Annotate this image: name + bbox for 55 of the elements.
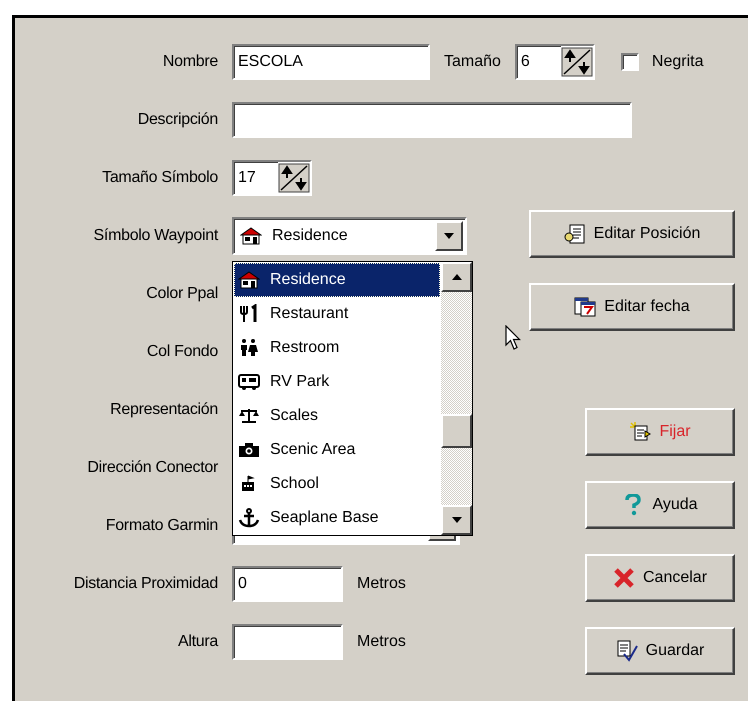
scroll-down-button[interactable] xyxy=(441,505,472,535)
dropdown-option[interactable]: Scenic Area xyxy=(234,433,440,467)
dropdown-option[interactable]: Restaurant xyxy=(234,297,440,331)
field-label: Tamaño Símbolo xyxy=(101,168,218,188)
action-button[interactable]: Editar fecha xyxy=(529,283,735,331)
unit-label: Metros xyxy=(357,632,406,652)
field-label: Formato Garmin xyxy=(104,516,218,536)
unit-label: Metros xyxy=(357,574,406,594)
dropdown-option[interactable]: Residence xyxy=(234,263,440,297)
dropdown-value: Residence xyxy=(272,226,348,246)
field-label: Tamaño xyxy=(444,52,501,72)
cross-icon xyxy=(612,567,635,589)
field-label: Distancia Proximidad xyxy=(72,574,218,594)
description-field[interactable] xyxy=(232,102,632,138)
field-label: Descripción xyxy=(136,110,218,130)
field-label: Dirección Conector xyxy=(86,458,218,478)
dropdown-option[interactable]: School xyxy=(234,467,440,501)
field-label: Nombre xyxy=(162,52,218,72)
action-button[interactable]: Cancelar xyxy=(585,554,735,602)
caret-icon xyxy=(444,233,454,239)
camper-icon xyxy=(238,372,260,392)
scroll-up-button[interactable] xyxy=(441,262,472,292)
mouse-pointer-icon xyxy=(505,325,521,351)
field-label: Símbolo Waypoint xyxy=(92,226,218,246)
restroom-icon xyxy=(238,338,260,358)
field-label: Representación xyxy=(109,400,218,420)
house-icon xyxy=(240,226,262,246)
bold-checkbox[interactable] xyxy=(620,53,639,71)
action-button[interactable]: Ayuda xyxy=(585,481,735,529)
dropdown-option[interactable]: Seaplane Base xyxy=(234,501,440,535)
dropdown-option[interactable]: Restroom xyxy=(234,331,440,365)
action-button[interactable]: Editar Posición xyxy=(529,210,735,258)
up-arrow-icon xyxy=(452,274,462,280)
anchor-icon xyxy=(238,508,260,528)
down-arrow-icon xyxy=(452,517,462,523)
field-label: Altura xyxy=(177,632,218,652)
field-label: Col Fondo xyxy=(146,342,218,362)
action-button[interactable]: Guardar xyxy=(585,627,735,675)
document-icon xyxy=(564,223,586,245)
scales-icon xyxy=(238,406,260,426)
house-icon xyxy=(238,270,260,290)
number-field[interactable]: 0 xyxy=(232,566,343,602)
scrollbar[interactable] xyxy=(441,262,472,535)
dropdown-option[interactable]: RV Park xyxy=(234,365,440,399)
checked-document-icon xyxy=(616,640,638,662)
field-label: Color Ppal xyxy=(145,284,218,304)
camera-icon xyxy=(238,440,260,460)
name-field[interactable]: ESCOLA xyxy=(232,44,430,80)
dropdown-option[interactable]: Scales xyxy=(234,399,440,433)
scroll-thumb[interactable] xyxy=(441,414,472,448)
note-icon xyxy=(629,421,652,443)
calendar-icon xyxy=(574,296,596,318)
dropdown-button[interactable] xyxy=(435,221,463,251)
checkbox-label: Negrita xyxy=(652,52,704,72)
number-field[interactable] xyxy=(232,624,343,660)
